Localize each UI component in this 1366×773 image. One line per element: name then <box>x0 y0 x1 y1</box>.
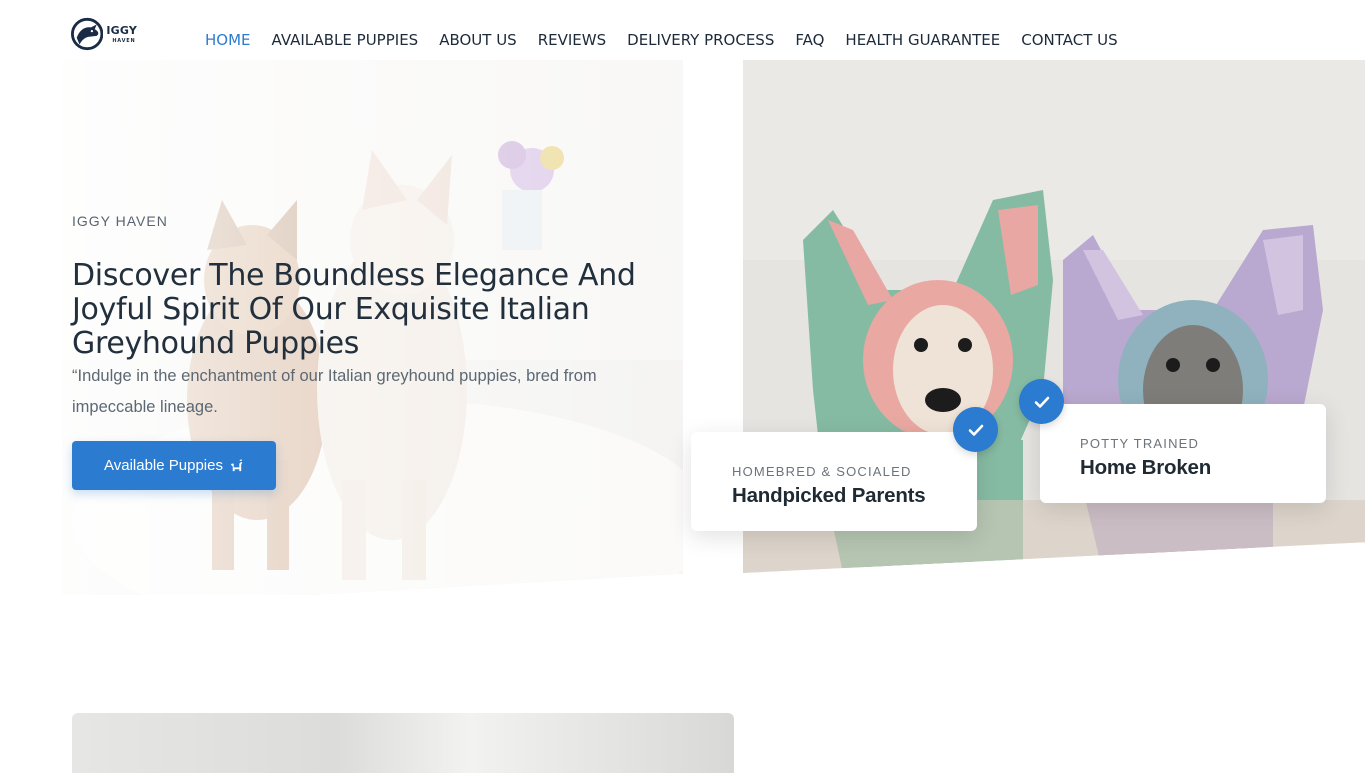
feature-title: Handpicked Parents <box>732 484 926 507</box>
nav-delivery-process[interactable]: DELIVERY PROCESS <box>627 31 774 49</box>
dog-icon <box>230 458 243 472</box>
site-logo[interactable]: IGGY HAVEN <box>71 16 137 52</box>
cta-label: Available Puppies <box>104 457 223 474</box>
nav-reviews[interactable]: REVIEWS <box>538 31 606 49</box>
check-badge <box>953 407 998 452</box>
hero-eyebrow: IGGY HAVEN <box>72 213 168 229</box>
feature-card-handpicked-parents: HOMEBRED & SOCIALED Handpicked Parents <box>691 432 977 531</box>
nav-home[interactable]: HOME <box>205 31 251 49</box>
nav-health-guarantee[interactable]: HEALTH GUARANTEE <box>845 31 1000 49</box>
nav-available-puppies[interactable]: AVAILABLE PUPPIES <box>272 31 419 49</box>
about-section-image <box>72 713 734 773</box>
feature-title: Home Broken <box>1080 456 1212 479</box>
check-badge <box>1019 379 1064 424</box>
available-puppies-button[interactable]: Available Puppies <box>72 441 276 490</box>
logo-subtitle: HAVEN <box>112 37 136 44</box>
feature-eyebrow: HOMEBRED & SOCIALED <box>732 464 912 479</box>
nav-about-us[interactable]: ABOUT US <box>439 31 517 49</box>
nav-faq[interactable]: FAQ <box>795 31 824 49</box>
main-nav: HOME AVAILABLE PUPPIES ABOUT US REVIEWS … <box>205 31 1118 49</box>
feature-card-home-broken: POTTY TRAINED Home Broken <box>1040 404 1326 503</box>
greyhound-head-icon <box>71 17 104 51</box>
feature-eyebrow: POTTY TRAINED <box>1080 436 1200 451</box>
check-icon <box>968 424 983 436</box>
site-header: IGGY HAVEN HOME AVAILABLE PUPPIES ABOUT … <box>0 0 1366 82</box>
hero-title: Discover The Boundless Elegance And Joyf… <box>72 258 636 361</box>
nav-contact-us[interactable]: CONTACT US <box>1021 31 1117 49</box>
logo-wordmark: IGGY <box>106 23 137 37</box>
check-icon <box>1034 396 1049 408</box>
hero-description: “Indulge in the enchantment of our Itali… <box>72 367 597 416</box>
